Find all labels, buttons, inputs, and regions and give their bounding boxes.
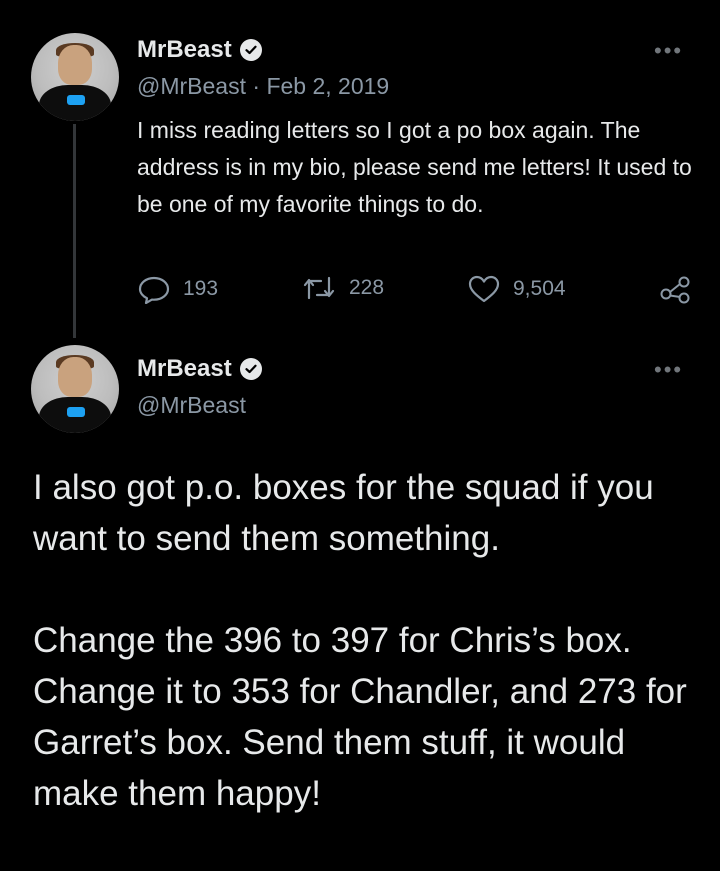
retweet-count: 228 <box>349 276 385 299</box>
retweet-button[interactable]: 228 <box>301 274 384 302</box>
tweet-author[interactable]: MrBeast <box>137 36 262 64</box>
tweet-paragraph: I also got p.o. boxes for the squad if y… <box>33 468 654 558</box>
author-name[interactable]: MrBeast <box>137 36 232 64</box>
handle[interactable]: @MrBeast <box>137 73 246 99</box>
verified-badge-icon <box>239 358 262 380</box>
more-icon[interactable]: ••• <box>654 38 683 64</box>
avatar[interactable] <box>31 33 119 121</box>
action-bar: 193 228 9,504 <box>137 274 692 306</box>
more-icon[interactable]: ••• <box>654 357 683 383</box>
share-button[interactable] <box>659 274 691 304</box>
verified-badge-icon <box>239 39 262 61</box>
like-icon <box>468 275 500 303</box>
retweet-icon <box>303 276 335 300</box>
tweet-text: I also got p.o. boxes for the squad if y… <box>33 462 703 819</box>
tweet-author[interactable]: MrBeast <box>137 355 262 383</box>
separator: · <box>252 73 261 99</box>
reply-icon <box>138 276 170 304</box>
tweet-text: I miss reading letters so I got a po box… <box>137 117 692 217</box>
reply-count: 193 <box>183 277 219 300</box>
reply-button[interactable]: 193 <box>137 274 218 304</box>
like-count: 9,504 <box>513 277 566 300</box>
handle-date: @MrBeast · Feb 2, 2019 <box>137 73 389 100</box>
share-icon <box>660 276 690 304</box>
author-name[interactable]: MrBeast <box>137 355 232 383</box>
avatar[interactable] <box>31 345 119 433</box>
handle[interactable]: @MrBeast <box>137 392 246 419</box>
tweet-date[interactable]: Feb 2, 2019 <box>266 73 389 99</box>
tweet-paragraph: Change the 396 to 397 for Chris’s box. C… <box>33 621 687 813</box>
like-button[interactable]: 9,504 <box>467 274 566 304</box>
thread-line <box>73 124 76 338</box>
